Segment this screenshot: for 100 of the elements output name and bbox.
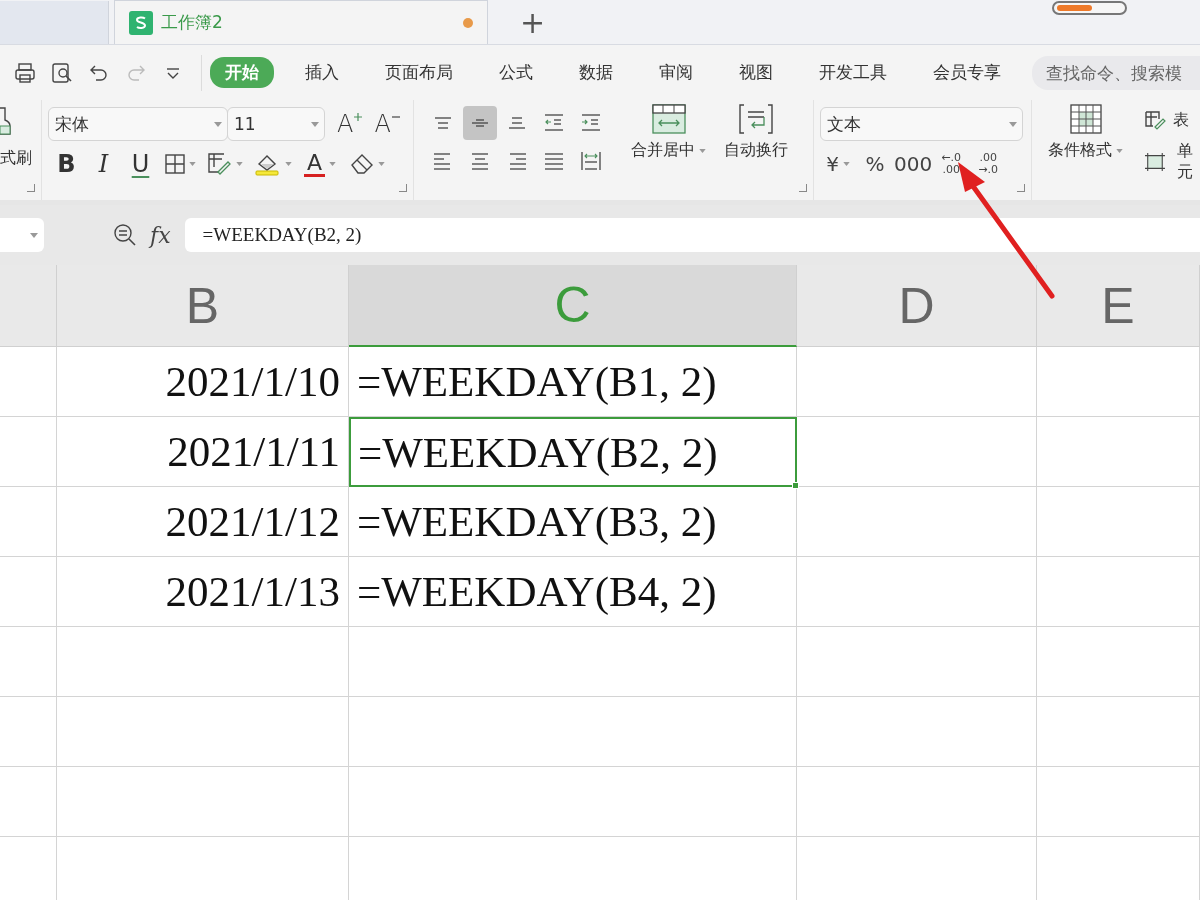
merge-center-button[interactable]: 合并居中 [625,104,712,200]
menu-tab[interactable]: 公式 [484,57,548,88]
caret-icon[interactable] [329,162,337,166]
column-header[interactable]: E [1037,265,1200,347]
menu-tab[interactable]: 插入 [290,57,354,88]
caret-icon[interactable] [378,162,386,166]
table-cell[interactable] [1037,347,1200,417]
insert-function-button[interactable]: fx [150,222,171,248]
table-cell[interactable] [57,627,349,697]
fill-color-icon[interactable] [255,152,281,176]
align-distributed-icon [580,150,602,172]
number-format-field[interactable]: 文本 [820,107,1023,141]
menu-tab[interactable]: 数据 [564,57,628,88]
table-brush-icon [1145,110,1167,131]
caret-icon[interactable] [842,162,850,166]
table-cell[interactable]: =WEEKDAY(B1, 2) [349,347,797,417]
bold-button[interactable]: B [48,149,85,179]
table-cell[interactable] [797,557,1037,627]
underline-button[interactable]: U [122,149,159,179]
formula-field[interactable]: =WEEKDAY(B2, 2) [184,218,1200,252]
borders-icon[interactable] [165,154,185,174]
italic-button[interactable]: I [85,149,122,179]
table-cell[interactable] [0,557,57,627]
document-tab[interactable] [0,1,109,44]
table-cell[interactable] [1037,697,1200,767]
wrap-text-icon [739,104,773,134]
table-cell[interactable] [349,627,797,697]
table-cell[interactable]: =WEEKDAY(B4, 2) [349,557,797,627]
table-style-button[interactable]: 表 [1145,110,1200,131]
table-cell[interactable]: =WEEKDAY(B3, 2) [349,487,797,557]
table-cell[interactable] [0,487,57,557]
thousands-format-button[interactable]: 000 [894,152,933,176]
table-cell[interactable] [0,697,57,767]
menu-tab[interactable]: 审阅 [644,57,708,88]
table-cell[interactable]: 2021/1/13 [57,557,349,627]
menu-tab[interactable]: 视图 [724,57,788,88]
table-cell[interactable] [0,767,57,837]
font-size-field[interactable]: 11 [227,107,325,141]
increase-font-button[interactable]: A [337,110,363,138]
caret-icon[interactable] [236,162,243,166]
table-cell[interactable] [0,627,57,697]
table-cell[interactable] [57,767,349,837]
table-cell[interactable] [1037,557,1200,627]
decimal-places-button[interactable]: ←.0 .00 [933,152,970,176]
search-field[interactable]: 查找命令、搜索模 [1032,55,1200,90]
decrease-font-button[interactable]: A [374,110,400,138]
column-header[interactable]: D [797,265,1037,347]
column-header[interactable] [0,265,57,347]
table-cell[interactable] [0,417,57,487]
font-name-field[interactable]: 宋体 [48,107,228,141]
format-painter-label[interactable]: 式刷 [0,148,41,169]
name-box[interactable] [0,218,44,252]
table-cell[interactable] [349,767,797,837]
wrap-text-button[interactable]: 自动换行 [718,104,794,200]
menu-tab[interactable]: 会员专享 [918,57,1016,88]
caret-icon[interactable] [699,148,706,153]
cell-style-brush-icon[interactable] [208,153,232,175]
currency-format-button[interactable]: ¥ [820,152,856,176]
table-cell[interactable]: 2021/1/12 [57,487,349,557]
caret-icon[interactable] [189,162,196,166]
table-cell[interactable] [797,767,1037,837]
caret-icon[interactable] [1009,122,1017,127]
toggle-icon[interactable] [1052,1,1127,15]
caret-icon[interactable] [1116,148,1123,153]
table-cell[interactable] [1037,417,1200,487]
eraser-icon[interactable] [350,153,375,175]
caret-icon[interactable] [30,232,38,238]
table-cell[interactable] [57,697,349,767]
table-cell[interactable] [797,697,1037,767]
decimal-places-button[interactable]: .00 →.0 [970,152,1007,176]
print-icon[interactable] [13,60,37,85]
menu-tab[interactable]: 页面布局 [370,57,468,88]
tab-title: 工作簿2 [161,11,224,34]
print-preview-icon[interactable] [50,60,74,85]
table-cell[interactable] [349,697,797,767]
align-bottom-icon [509,117,525,129]
new-tab-button[interactable]: + [510,0,556,44]
selected-cell[interactable]: =WEEKDAY(B2, 2) [349,417,797,487]
zoom-icon[interactable] [112,222,138,248]
table-cell[interactable] [797,347,1037,417]
table-cell[interactable] [1037,487,1200,557]
font-color-button[interactable]: A [304,151,326,177]
table-cell[interactable] [1037,767,1200,837]
table-cell[interactable]: 2021/1/11 [57,417,349,487]
caret-icon[interactable] [285,162,292,166]
menu-tab[interactable]: 开发工具 [804,57,902,88]
table-cell[interactable] [797,487,1037,557]
caret-icon[interactable] [311,122,319,127]
table-cell[interactable] [797,417,1037,487]
table-cell[interactable]: 2021/1/10 [57,347,349,417]
align-center-icon [469,150,491,172]
column-header[interactable]: B [57,265,349,347]
table-cell[interactable] [1037,627,1200,697]
cell-style-button[interactable]: 单元 [1145,141,1200,183]
align-middle-button[interactable] [463,106,497,140]
conditional-format-button[interactable]: 条件格式 [1042,104,1129,200]
caret-icon[interactable] [214,122,222,127]
table-cell[interactable] [0,347,57,417]
percent-format-button[interactable]: % [857,152,893,176]
table-cell[interactable] [797,627,1037,697]
